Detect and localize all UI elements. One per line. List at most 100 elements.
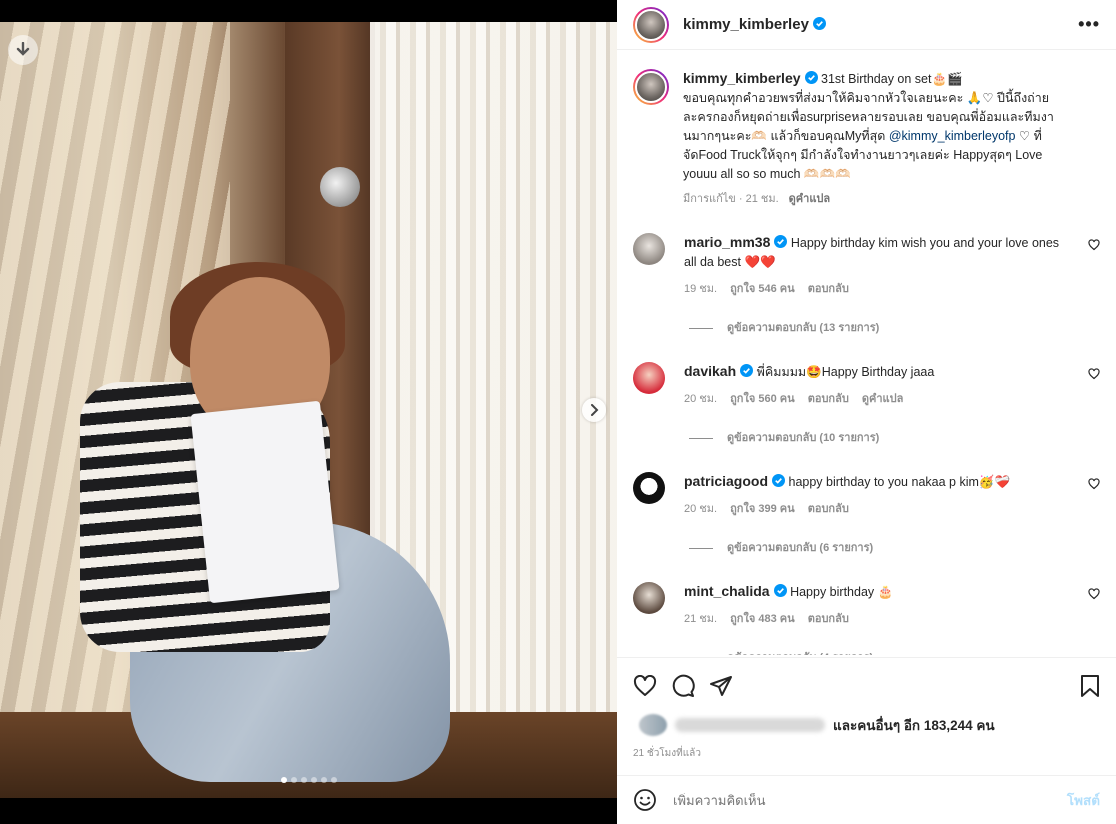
- like-heart-icon[interactable]: [633, 675, 657, 697]
- bookmark-icon[interactable]: [1080, 674, 1100, 698]
- post-side-panel: kimmy_kimberley ••• kimmy_kimberley 31st…: [617, 0, 1116, 824]
- commenter-username[interactable]: mint_chalida: [684, 583, 770, 599]
- see-translation-link[interactable]: ดูคำแปล: [862, 393, 904, 405]
- carousel-dots: [0, 777, 617, 783]
- carousel-dot[interactable]: [290, 777, 297, 783]
- caption-line: ♡ ที่: [1015, 129, 1042, 143]
- commenter-username[interactable]: mario_mm38: [684, 234, 770, 250]
- commenter-avatar[interactable]: [633, 362, 665, 394]
- comment-like-heart-icon[interactable]: [1088, 239, 1100, 251]
- blurred-liker-avatar: [639, 714, 667, 736]
- comment-like-heart-icon[interactable]: [1088, 368, 1100, 380]
- carousel-dot[interactable]: [320, 777, 327, 783]
- caption-line: จัดFood Truckให้จุกๆ มีกำลังใจทำงานยาวๆเ…: [683, 148, 1043, 162]
- reply-button[interactable]: ตอบกลับ: [808, 393, 849, 405]
- view-replies-label: ดูข้อความตอบกลับ (13 รายการ): [727, 322, 880, 334]
- post-time-ago: 21 ชั่วโมงที่แล้ว: [633, 748, 701, 759]
- view-replies-button[interactable]: ดูข้อความตอบกลับ (10 รายการ): [689, 429, 1074, 448]
- carousel-dot[interactable]: [330, 777, 337, 783]
- verified-badge-icon: [812, 17, 826, 30]
- chevron-right-icon: [591, 404, 599, 416]
- comments-section[interactable]: kimmy_kimberley 31st Birthday on set🎂🎬 ข…: [617, 57, 1116, 655]
- verified-badge-icon: [773, 584, 787, 597]
- caption-line: 31st Birthday on set🎂🎬: [817, 72, 963, 86]
- likes-count-text[interactable]: และคนอื่นๆ อีก 183,244 คน: [833, 714, 995, 736]
- commenter-username[interactable]: patriciagood: [684, 473, 768, 489]
- verified-badge-icon: [804, 71, 818, 84]
- comment: mint_chalida Happy birthday 🎂 21 ชม. ถูก…: [633, 582, 1100, 655]
- emoji-smiley-icon[interactable]: [633, 788, 657, 812]
- commenter-avatar[interactable]: [633, 233, 665, 265]
- comment-time: 19 ชม.: [684, 283, 718, 295]
- comment-likes[interactable]: ถูกใจ 560 คน: [730, 393, 794, 405]
- caption-author-avatar[interactable]: [633, 69, 669, 105]
- share-paper-plane-icon[interactable]: [709, 675, 733, 697]
- view-replies-label: ดูข้อความตอบกลับ (10 รายการ): [727, 432, 880, 444]
- comment-time: 20 ชม.: [684, 393, 718, 405]
- comment-likes[interactable]: ถูกใจ 483 คน: [730, 613, 794, 625]
- comment-likes[interactable]: ถูกใจ 546 คน: [730, 283, 794, 295]
- door-knob: [320, 167, 360, 207]
- reply-button[interactable]: ตอบกลับ: [808, 613, 849, 625]
- caption-line: นมากๆนะคะ🫶🏻 แล้วก็ขอบคุณMyที่สุด: [683, 129, 889, 143]
- caption-meta: มีการแก้ไข · 21 ชม. ดูคำแปล: [683, 190, 1083, 209]
- view-replies-label: ดูข้อความตอบกลับ (4 รายการ): [727, 649, 873, 655]
- view-replies-button[interactable]: ดูข้อความตอบกลับ (6 รายการ): [689, 539, 1074, 558]
- caption-line: ละครกองก็หยุดถ่ายเพื่อsurpriseหลายรอบเลย…: [683, 110, 1054, 124]
- reply-button[interactable]: ตอบกลับ: [808, 283, 849, 295]
- author-avatar[interactable]: [633, 6, 669, 43]
- carousel-dot[interactable]: [310, 777, 317, 783]
- comment-time: 21 ชม.: [684, 613, 718, 625]
- add-comment-bar: โพสต์: [617, 775, 1116, 824]
- caption-text: kimmy_kimberley 31st Birthday on set🎂🎬 ข…: [683, 69, 1083, 209]
- caption-line: ขอบคุณทุกคำอวยพรที่ส่งมาให้คิมจากหัวใจเล…: [683, 91, 1050, 105]
- carousel-dot[interactable]: [280, 777, 287, 783]
- post-header: kimmy_kimberley •••: [617, 0, 1116, 50]
- edited-timestamp: มีการแก้ไข · 21 ชม.: [683, 193, 779, 205]
- see-translation-link[interactable]: ดูคำแปล: [789, 193, 831, 205]
- more-options-button[interactable]: •••: [1078, 14, 1100, 35]
- post-comment-button[interactable]: โพสต์: [1067, 789, 1100, 811]
- comment: patriciagood happy birthday to you nakaa…: [633, 472, 1100, 558]
- comment: davikah พี่คิมมมม🤩Happy Birthday jaaa 20…: [633, 362, 1100, 448]
- comment-likes[interactable]: ถูกใจ 399 คน: [730, 503, 794, 515]
- held-papers: [190, 400, 340, 604]
- comment-like-heart-icon[interactable]: [1088, 478, 1100, 490]
- verified-badge-icon: [774, 235, 788, 248]
- reply-button[interactable]: ตอบกลับ: [808, 503, 849, 515]
- caption-line: youuu all so so much 🫶🏻🫶🏻🫶🏻: [683, 167, 851, 181]
- next-image-button[interactable]: [582, 398, 606, 422]
- blurred-liker-name: [675, 718, 825, 732]
- commenter-username[interactable]: davikah: [684, 363, 736, 379]
- carousel-dot[interactable]: [300, 777, 307, 783]
- comment: mario_mm38 Happy birthday kim wish you a…: [633, 233, 1100, 338]
- post-actions: และคนอื่นๆ อีก 183,244 คน 21 ชั่วโมงที่แ…: [617, 657, 1116, 761]
- instagram-post-modal: kimmy_kimberley ••• kimmy_kimberley 31st…: [0, 0, 1116, 824]
- post-caption: kimmy_kimberley 31st Birthday on set🎂🎬 ข…: [633, 57, 1100, 209]
- likes-summary[interactable]: และคนอื่นๆ อีก 183,244 คน: [633, 714, 1100, 736]
- author-username[interactable]: kimmy_kimberley: [683, 16, 826, 33]
- add-comment-input[interactable]: [673, 792, 1067, 808]
- view-replies-button[interactable]: ดูข้อความตอบกลับ (4 รายการ): [689, 649, 1074, 655]
- comment-meta: 19 ชม. ถูกใจ 546 คน ตอบกลับ: [684, 280, 1074, 299]
- comment-meta: 20 ชม. ถูกใจ 399 คน ตอบกลับ: [684, 500, 1074, 519]
- replies-divider: [689, 438, 713, 439]
- post-photo[interactable]: [0, 22, 617, 798]
- comment-time: 20 ชม.: [684, 503, 718, 515]
- comment-meta: 20 ชม. ถูกใจ 560 คน ตอบกลับ ดูคำแปล: [684, 390, 1074, 409]
- comment-text: พี่คิมมมม🤩Happy Birthday jaaa: [753, 365, 935, 379]
- comment-like-heart-icon[interactable]: [1088, 588, 1100, 600]
- download-icon[interactable]: [8, 35, 38, 65]
- comment-meta: 21 ชม. ถูกใจ 483 คน ตอบกลับ: [684, 610, 1074, 629]
- comment-text: Happy birthday 🎂: [786, 585, 894, 599]
- verified-badge-icon: [772, 474, 786, 487]
- comment-text: happy birthday to you nakaa p kim🥳❤️‍🩹: [785, 475, 1011, 489]
- view-replies-button[interactable]: ดูข้อความตอบกลับ (13 รายการ): [689, 319, 1074, 338]
- view-replies-label: ดูข้อความตอบกลับ (6 รายการ): [727, 542, 874, 554]
- caption-mention-link[interactable]: @kimmy_kimberleyofp: [889, 129, 1016, 143]
- commenter-avatar[interactable]: [633, 472, 665, 504]
- commenter-avatar[interactable]: [633, 582, 665, 614]
- comment-bubble-icon[interactable]: [671, 674, 695, 698]
- caption-username[interactable]: kimmy_kimberley: [683, 70, 801, 86]
- comment-list: mario_mm38 Happy birthday kim wish you a…: [633, 233, 1100, 655]
